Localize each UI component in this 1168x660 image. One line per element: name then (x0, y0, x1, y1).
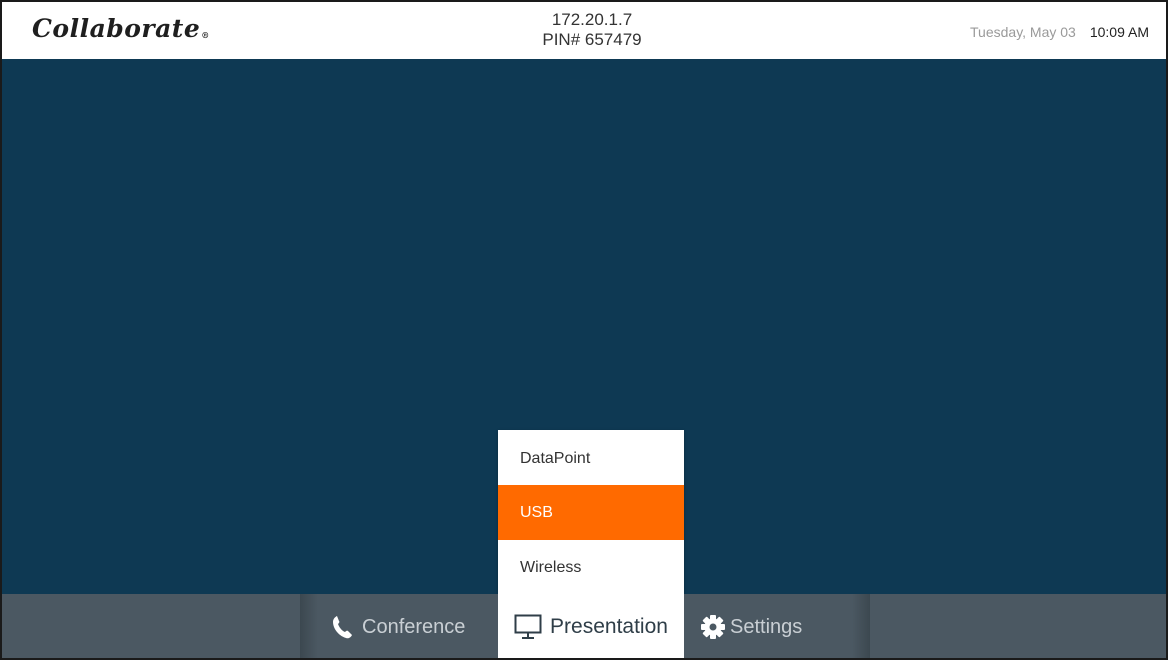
date-label: Tuesday, May 03 (970, 24, 1076, 40)
nav-label: Presentation (550, 615, 668, 638)
registered-mark: ® (201, 30, 210, 40)
menu-item-wireless[interactable]: Wireless (498, 541, 684, 595)
nav-presentation[interactable]: Presentation (498, 594, 684, 658)
nav-settings[interactable]: Settings (700, 594, 803, 658)
menu-item-label: Wireless (520, 559, 582, 576)
menu-item-usb[interactable]: USB (498, 485, 684, 540)
nav-label: Conference (362, 615, 466, 638)
phone-icon (332, 615, 354, 639)
time-label: 10:09 AM (1089, 24, 1149, 40)
collaborate-logo: Collaborate® (32, 14, 210, 43)
pin-code: PIN# 657479 (542, 30, 642, 49)
nav-label: Settings (730, 615, 803, 638)
bottom-nav-bar: Conference Presentation Settings (2, 594, 1166, 658)
date-time: Tuesday, May 03 10:09 AM (970, 24, 1149, 40)
menu-item-label: DataPoint (520, 450, 591, 467)
presentation-source-menu: DataPoint USB Wireless (498, 430, 684, 594)
monitor-icon (514, 614, 542, 640)
connection-info: 172.20.1.7 PIN# 657479 (492, 10, 692, 50)
header-bar: Collaborate® 172.20.1.7 PIN# 657479 Tues… (2, 2, 1166, 59)
nav-conference[interactable]: Conference (332, 594, 466, 658)
logo-text: Collaborate (32, 14, 201, 43)
ip-address: 172.20.1.7 (551, 10, 633, 29)
app-window: Collaborate® 172.20.1.7 PIN# 657479 Tues… (0, 0, 1168, 660)
gear-icon (700, 614, 726, 640)
menu-item-datapoint[interactable]: DataPoint (498, 432, 684, 486)
menu-item-label: USB (520, 503, 553, 521)
